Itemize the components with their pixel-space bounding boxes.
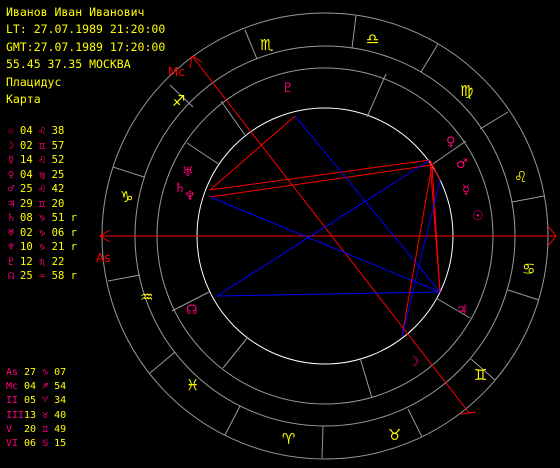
axes bbox=[99, 55, 557, 415]
gemini-icon: ♊ bbox=[474, 366, 487, 384]
neptune-icon: ♆ bbox=[184, 189, 196, 204]
uranus-icon: ♅ bbox=[182, 165, 194, 180]
capricorn-icon: ♑ bbox=[120, 188, 133, 206]
aries-icon: ♈ bbox=[282, 430, 295, 448]
moon-icon: ☽ bbox=[408, 355, 420, 370]
venus-icon: ♀ bbox=[446, 135, 456, 150]
pisces-icon: ♓ bbox=[186, 376, 199, 394]
virgo-icon: ♍ bbox=[460, 82, 473, 100]
sun-icon: ☉ bbox=[472, 209, 484, 224]
pluto-icon: ♇ bbox=[282, 81, 294, 96]
zodiac-signs: ♏ ♎ ♍ ♌ ♋ ♊ ♉ ♈ ♓ ♒ ♑ ♐ bbox=[120, 30, 535, 448]
scorpio-icon: ♏ bbox=[260, 36, 274, 54]
aspect-lines bbox=[209, 115, 441, 337]
cancer-icon: ♋ bbox=[522, 260, 535, 278]
zodiac-dividers bbox=[107, 15, 545, 459]
libra-icon: ♎ bbox=[366, 30, 379, 48]
mc-label: Mc bbox=[168, 65, 185, 79]
asc-label: As bbox=[96, 251, 110, 265]
natal-chart-wheel: As Mc ♏ ♎ ♍ ♌ ♋ ♊ ♉ ♈ ♓ ♒ ♑ ♐ ♀ ♂ ☿ ☉ ♃ bbox=[96, 12, 557, 460]
sagittarius-icon: ♐ bbox=[172, 92, 185, 110]
aquarius-icon: ♒ bbox=[140, 288, 153, 306]
jupiter-icon: ♃ bbox=[456, 303, 468, 318]
mc-ic-axis bbox=[191, 55, 471, 415]
mercury-icon: ☿ bbox=[462, 183, 470, 198]
taurus-icon: ♉ bbox=[388, 426, 401, 444]
mars-icon: ♂ bbox=[456, 157, 468, 172]
wheel-planets: ♀ ♂ ☿ ☉ ♃ ☽ ☊ ♅ ♄ ♆ ♇ bbox=[174, 81, 484, 370]
leo-icon: ♌ bbox=[514, 168, 527, 186]
north-node-icon: ☊ bbox=[186, 303, 198, 318]
